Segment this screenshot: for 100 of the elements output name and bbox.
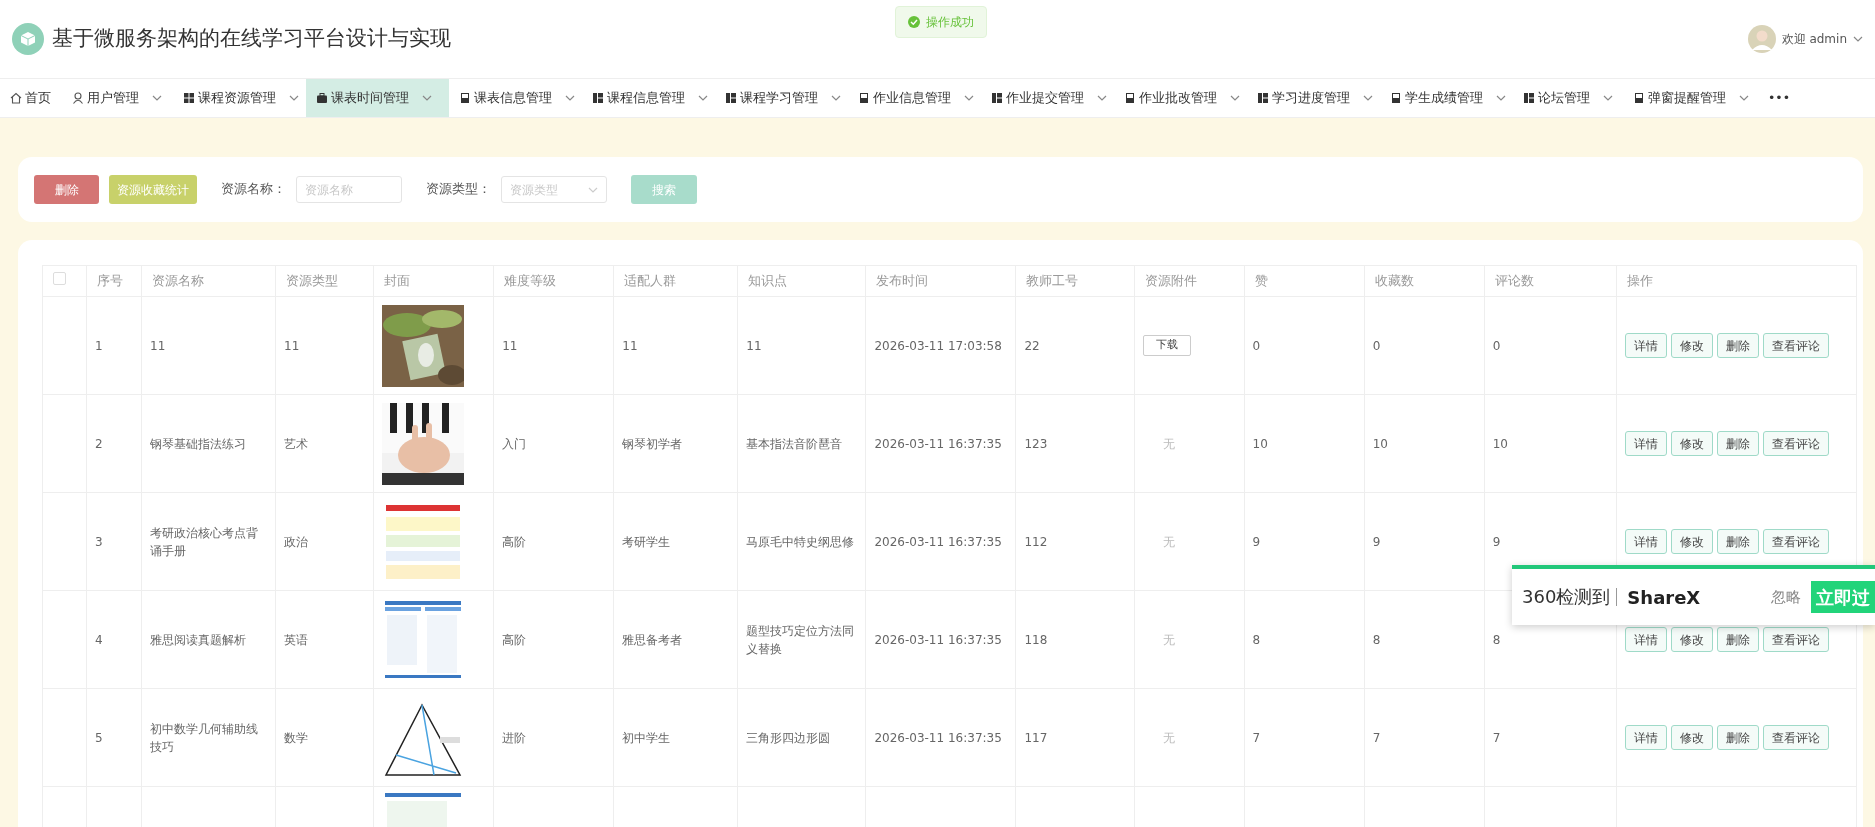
table-cell: 初中学生 [622,730,671,745]
table-cell: 数学 [284,730,309,745]
delete-button[interactable]: 删除 [1716,627,1759,652]
columns-icon [1523,92,1535,104]
column-header: 教师工号 [1026,272,1079,288]
column-header: 收藏数 [1374,272,1414,288]
table-cell: 9 [1492,534,1501,549]
app-title: 基于微服务架构的在线学习平台设计与实现 [52,25,451,53]
column-header: 资源类型 [286,272,339,288]
column-header: 难度等级 [504,272,557,288]
detail-button[interactable]: 详情 [1624,725,1667,750]
table-cell: 考研学生 [622,534,671,549]
nav-tab[interactable]: 作业批改管理 [1114,79,1247,117]
nav-tab[interactable]: 用户管理 [62,79,173,117]
nav-tab[interactable]: 课程资源管理 [173,79,306,117]
delete-button[interactable]: 删除 [1716,431,1759,456]
nav-tab[interactable]: 学生成绩管理 [1380,79,1513,117]
popup-text: 360检测到 [1522,588,1618,606]
cube-icon [20,31,36,47]
table-cell: 7 [1252,730,1261,745]
table-cell: 2026-03-11 16:37:35 [874,534,1002,549]
table-cell: 无 [1162,730,1175,745]
detail-button[interactable]: 详情 [1624,431,1667,456]
edit-button[interactable]: 修改 [1670,725,1713,750]
table-cell: 英语 [284,632,309,647]
table-cell: 10 [1492,436,1508,451]
columns-icon [991,92,1003,104]
edit-button[interactable]: 修改 [1670,333,1713,358]
column-header: 赞 [1254,272,1268,288]
nav-tab[interactable]: 课表信息管理 [449,79,582,117]
checkbox[interactable] [53,271,66,285]
ignore-button[interactable]: 忽略 [1771,585,1801,609]
table-cell: 11 [746,338,762,353]
detail-button[interactable]: 详情 [1624,333,1667,358]
table-cell: 三角形四边形圆 [746,730,831,745]
table-cell: 7 [1372,730,1381,745]
detail-button[interactable]: 详情 [1624,627,1667,652]
comments-button[interactable]: 查看评论 [1762,431,1829,456]
table-cell: 11 [622,338,638,353]
edit-button[interactable]: 修改 [1670,627,1713,652]
comments-button[interactable]: 查看评论 [1762,627,1829,652]
nav-tab[interactable]: 弹窗提醒管理 [1623,79,1758,117]
user-icon [72,92,84,104]
nav-tab[interactable]: 课程学习管理 [715,79,848,117]
edit-button[interactable]: 修改 [1670,529,1713,554]
table-cell: 10 [1252,436,1268,451]
table-cell: 22 [1024,338,1040,353]
comments-button[interactable]: 查看评论 [1762,725,1829,750]
table-cell: 8 [1252,632,1261,647]
table-cell: 入门 [502,436,527,451]
table-cell: 无 [1162,436,1175,451]
book-icon [1390,92,1402,104]
table-cell: 雅思阅读真题解析 [150,632,247,647]
table-cell: 0 [1492,338,1501,353]
delete-button[interactable]: 删除 [1716,725,1759,750]
table-cell: 0 [1252,338,1261,353]
caret-icon[interactable] [1853,36,1863,42]
nav-tab[interactable]: 论坛管理 [1513,79,1623,117]
row-number: 3 [95,534,103,549]
nav-tab[interactable]: ••• [1758,79,1818,117]
table-cell: 钢琴初学者 [622,436,683,451]
comments-button[interactable]: 查看评论 [1762,529,1829,554]
column-header: 适配人群 [624,272,677,288]
columns-icon [592,92,604,104]
comments-button[interactable]: 查看评论 [1762,333,1829,358]
detail-button[interactable]: 详情 [1624,529,1667,554]
download-button[interactable]: 下载 [1142,335,1191,356]
nav-tab[interactable]: 课程信息管理 [582,79,715,117]
avatar-icon [1747,25,1776,53]
table-cell: 考研政治核心考点背诵手册 [150,525,259,558]
caret-icon [588,186,598,193]
table-cell: 7 [1492,730,1501,745]
edit-button[interactable]: 修改 [1670,431,1713,456]
delete-button[interactable]: 删除 [1716,529,1759,554]
filter-label: 资源名称： [221,180,286,199]
book-icon [858,92,870,104]
nav-tab[interactable]: 作业信息管理 [848,79,981,117]
toast-text: 操作成功 [926,14,974,31]
table-cell: 雅思备考者 [622,632,683,647]
columns-icon [725,92,737,104]
nav-tab[interactable]: 学习进度管理 [1247,79,1380,117]
grid-icon [183,92,195,104]
column-header: 封面 [384,272,411,288]
column-header: 资源附件 [1144,272,1197,288]
book-icon [1633,92,1645,104]
nav-tab[interactable]: 首页 [0,79,62,117]
table-cell: 马原毛中特史纲思修 [746,534,855,549]
column-header: 操作 [1626,272,1653,288]
table-cell: 2026-03-11 16:37:35 [874,436,1002,451]
table-cell: 高阶 [502,534,527,549]
table-cell: 钢琴基础指法练习 [150,436,247,451]
table-cell: 初中数学几何辅助线技巧 [150,721,259,754]
user-greeting[interactable]: 欢迎 admin [1781,30,1847,48]
table-cell: 11 [150,338,166,353]
nav-tab[interactable]: 课表时间管理 [306,79,449,117]
nav-tab[interactable]: 作业提交管理 [981,79,1114,117]
delete-button[interactable]: 删除 [1716,333,1759,358]
table-cell: 9 [1252,534,1261,549]
row-number: 5 [95,730,103,745]
table-cell: 政治 [284,534,309,549]
